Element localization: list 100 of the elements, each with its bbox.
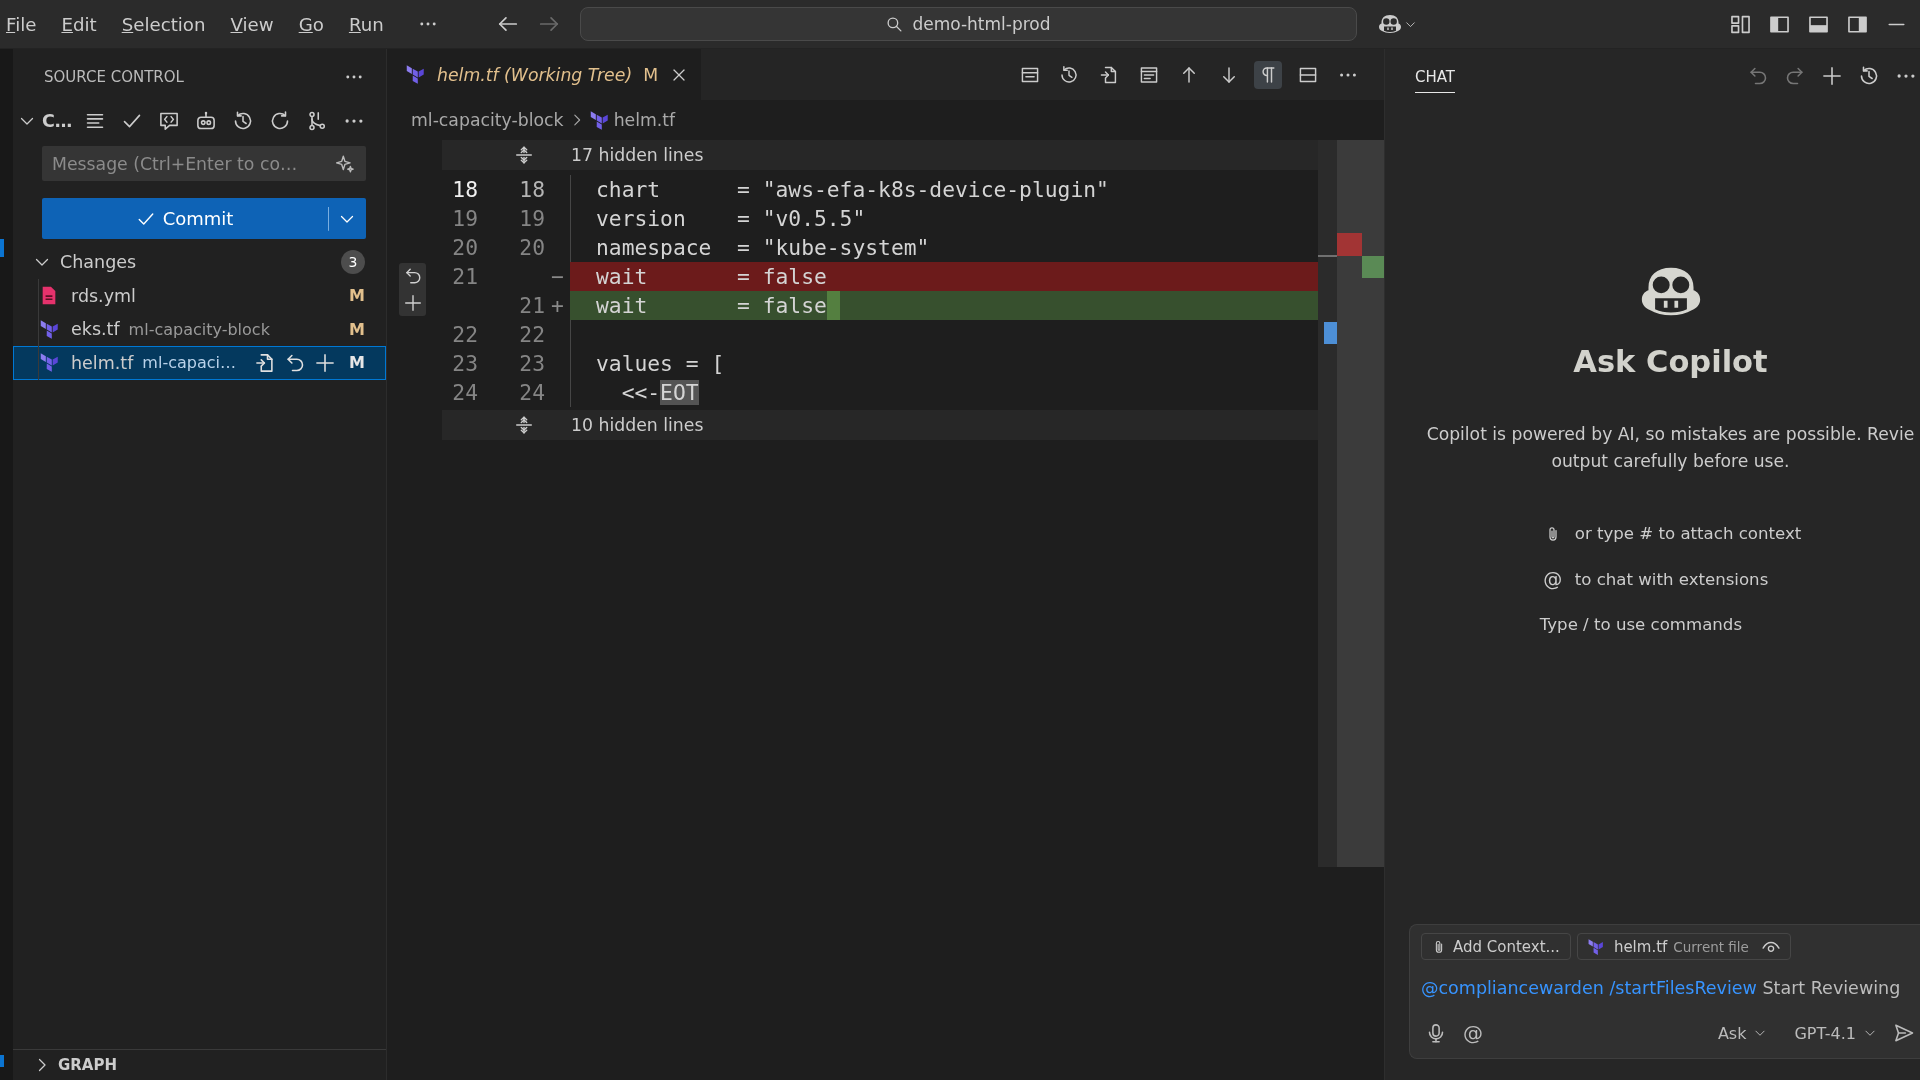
git-status: M bbox=[349, 353, 365, 373]
code-text: wait = false bbox=[596, 292, 827, 318]
file-name: rds.yml bbox=[71, 285, 136, 306]
chat-input-field[interactable]: @compliancewarden /startFilesReview Start Reviewing bbox=[1421, 960, 1920, 1016]
folder-name: ml-capaci… bbox=[142, 353, 236, 373]
unfold-icon[interactable] bbox=[515, 146, 533, 164]
line-number: 21 bbox=[519, 292, 545, 318]
line-number: 21 bbox=[452, 263, 478, 289]
change-row[interactable]: eks.tf ml-capacity-block M bbox=[13, 312, 386, 346]
mention-button[interactable]: @ bbox=[1463, 1021, 1483, 1045]
sparkle-icon[interactable] bbox=[336, 154, 354, 173]
line-number: 23 bbox=[452, 350, 478, 376]
bot-face-icon bbox=[1378, 14, 1402, 34]
file-name: eks.tf bbox=[71, 319, 120, 340]
file-type-icon bbox=[589, 110, 608, 130]
code-text: version = "v0.5.5" bbox=[596, 205, 866, 231]
send-icon[interactable] bbox=[1894, 1023, 1914, 1043]
branch-graph-icon[interactable] bbox=[307, 111, 327, 131]
history-icon[interactable] bbox=[233, 111, 253, 131]
hint-text: to chat with extensions bbox=[1574, 569, 1769, 589]
line-number: 24 bbox=[519, 379, 545, 405]
refresh-icon[interactable] bbox=[270, 111, 290, 131]
plus-icon[interactable] bbox=[403, 293, 422, 312]
hidden-lines-label: 17 hidden lines bbox=[571, 145, 704, 165]
file-icon bbox=[40, 286, 58, 306]
code-text: values = [ bbox=[596, 350, 725, 376]
hint-text: Type / to use commands bbox=[1539, 615, 1743, 635]
diff-marker: − bbox=[551, 263, 564, 289]
editor-tab[interactable]: helm.tf (Working Tree) M bbox=[387, 49, 702, 100]
menu-item[interactable]: Selection bbox=[115, 9, 212, 39]
mention-symbol: @ bbox=[1542, 568, 1564, 591]
menu-item[interactable]: Edit bbox=[55, 9, 103, 39]
count-badge: 3 bbox=[341, 250, 365, 274]
diff-marker: + bbox=[551, 292, 564, 318]
changes-group[interactable]: Changes 3 bbox=[13, 245, 386, 279]
undo-icon[interactable] bbox=[403, 267, 422, 286]
line-number: 22 bbox=[452, 321, 478, 347]
folder-name: ml-capacity-block bbox=[128, 319, 270, 339]
change-row[interactable]: helm.tf ml-capaci… M bbox=[13, 346, 386, 380]
list-icon[interactable] bbox=[85, 111, 105, 131]
hint-text: or type # to attach context bbox=[1574, 524, 1802, 544]
git-status: M bbox=[349, 286, 365, 306]
commit-button[interactable]: Commit bbox=[42, 198, 328, 239]
section-header[interactable]: GRAPH bbox=[13, 1049, 386, 1080]
undo-icon[interactable] bbox=[285, 352, 306, 373]
file-type-icon bbox=[1587, 938, 1603, 955]
commit-options-button[interactable] bbox=[328, 198, 366, 239]
chat-menu-button[interactable] bbox=[1378, 14, 1416, 34]
code-text: <<-EOT bbox=[620, 379, 699, 405]
add-context-button[interactable]: Add Context... bbox=[1421, 933, 1571, 960]
commit-message-field[interactable]: Message (Ctrl+Enter to co… bbox=[42, 146, 366, 181]
change-row[interactable]: rds.yml M bbox=[13, 279, 386, 313]
hidden-lines-bar[interactable]: 10 hidden lines bbox=[442, 410, 1318, 440]
history-icon[interactable] bbox=[1859, 66, 1879, 86]
file-type-icon bbox=[40, 319, 58, 339]
file-context-chip[interactable]: helm.tf Current file bbox=[1576, 933, 1791, 960]
hidden-lines-label: 10 hidden lines bbox=[571, 415, 704, 435]
file-name: helm.tf bbox=[71, 352, 134, 373]
file-type-icon bbox=[406, 65, 424, 84]
line-number: 19 bbox=[452, 205, 478, 231]
activity-indicator bbox=[0, 1055, 4, 1067]
line-number: 19 bbox=[519, 205, 545, 231]
robot-icon[interactable] bbox=[196, 111, 216, 131]
welcome-title: Ask Copilot bbox=[1573, 344, 1768, 380]
sidebar-left-icon[interactable] bbox=[1769, 13, 1790, 35]
line-number: 18 bbox=[452, 176, 478, 202]
panel-bottom-icon[interactable] bbox=[1808, 13, 1829, 35]
line-number: 18 bbox=[519, 176, 545, 202]
activity-indicator bbox=[0, 239, 4, 257]
menu-item[interactable]: Go bbox=[292, 9, 330, 39]
sidebar-title: SOURCE CONTROL bbox=[44, 68, 184, 86]
code-text: wait = false bbox=[596, 263, 827, 289]
breadcrumb-item[interactable]: ml-capacity-block bbox=[411, 110, 564, 130]
hidden-lines-bar[interactable]: 17 hidden lines bbox=[442, 140, 1318, 170]
pilcrow-icon[interactable] bbox=[1254, 60, 1283, 89]
panel-tab[interactable]: CHAT bbox=[1415, 59, 1455, 93]
disclaimer-text: Copilot is powered by AI, so mistakes are possible. Revie output carefully before use. bbox=[1426, 423, 1915, 473]
sidebar-right-icon[interactable] bbox=[1847, 13, 1868, 35]
menu-item[interactable]: Run bbox=[342, 9, 390, 39]
file-type-icon bbox=[40, 353, 58, 373]
breadcrumb-item[interactable]: helm.tf bbox=[613, 110, 676, 130]
line-number: 22 bbox=[519, 321, 545, 347]
microphone-icon[interactable] bbox=[1426, 1023, 1446, 1043]
open-file-icon[interactable] bbox=[255, 352, 276, 373]
code-text: chart = "aws-efa-k8s-device-plugin" bbox=[596, 176, 1109, 202]
layout-icon[interactable] bbox=[1730, 13, 1751, 35]
menu-item[interactable]: View bbox=[224, 9, 280, 39]
menu-item[interactable]: File bbox=[0, 9, 43, 39]
unfold-icon[interactable] bbox=[515, 416, 533, 434]
command-center[interactable]: demo-html-prod bbox=[580, 7, 1357, 41]
search-icon bbox=[886, 15, 904, 33]
line-number: 23 bbox=[519, 350, 545, 376]
plus-icon[interactable] bbox=[315, 352, 336, 373]
git-status: M bbox=[349, 319, 365, 339]
comment-code-icon[interactable] bbox=[159, 111, 179, 131]
mode-picker[interactable]: Ask bbox=[1717, 1023, 1767, 1043]
line-number: 20 bbox=[452, 234, 478, 260]
repository-header[interactable]: C… bbox=[19, 111, 73, 131]
plus-icon[interactable] bbox=[1822, 66, 1842, 86]
model-picker[interactable]: GPT-4.1 bbox=[1794, 1023, 1876, 1043]
